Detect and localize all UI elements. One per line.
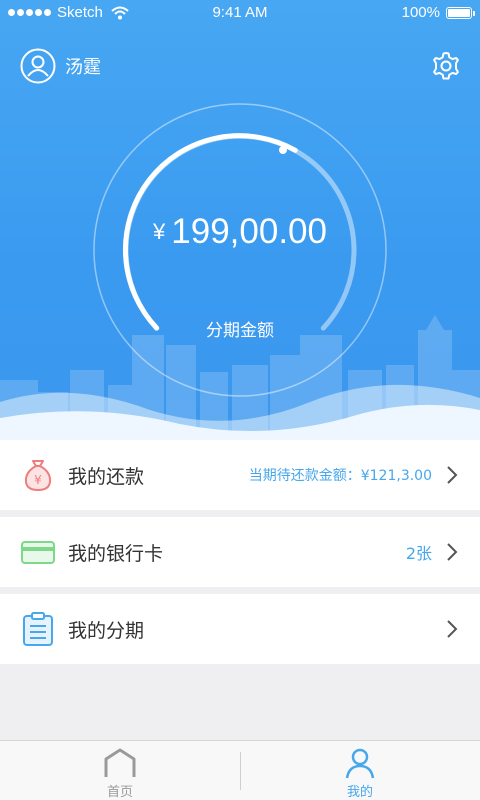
city-skyline-illustration	[0, 315, 480, 440]
chevron-right-icon	[447, 466, 458, 484]
battery-status: 100%	[401, 4, 475, 21]
my-repayment-row[interactable]: ¥ 我的还款 当期待还款金额：¥121,3.00	[0, 440, 480, 510]
current-repayment-amount: 当期待还款金额：¥121,3.00	[248, 468, 432, 484]
clipboard-list-icon	[23, 612, 53, 646]
user-icon	[345, 748, 375, 779]
user-name: 汤霆	[65, 57, 101, 78]
currency-symbol: ¥	[153, 219, 166, 244]
header-hero: Sketch 9:41 AM 100% 汤霆 ¥199,00.00 分期金额	[0, 0, 480, 440]
amount-value: 199,00.00	[171, 212, 327, 251]
avatar-icon	[20, 48, 56, 84]
gear-icon[interactable]	[430, 50, 462, 82]
user-profile[interactable]: 汤霆	[20, 48, 101, 84]
my-installments-row[interactable]: 我的分期	[0, 594, 480, 664]
gauge-indicator-dot	[279, 146, 287, 154]
my-bank-cards-row[interactable]: 我的银行卡 2张	[0, 517, 480, 587]
tab-mine[interactable]: 我的	[240, 741, 480, 800]
home-icon	[104, 748, 136, 777]
chevron-right-icon	[447, 543, 458, 561]
battery-percent: 100%	[401, 4, 440, 21]
status-bar: Sketch 9:41 AM 100%	[0, 0, 480, 26]
tab-home[interactable]: 首页	[0, 741, 240, 800]
my-installments-label: 我的分期	[68, 619, 145, 642]
chevron-right-icon	[447, 620, 458, 638]
tab-bar: 首页 我的	[0, 740, 480, 800]
bank-card-count: 2张	[405, 544, 432, 563]
svg-text:¥: ¥	[34, 473, 42, 487]
bank-card-icon	[21, 541, 55, 564]
tab-home-label: 首页	[106, 785, 133, 800]
tab-mine-label: 我的	[346, 785, 373, 800]
installment-amount: ¥199,00.00	[0, 212, 480, 252]
money-bag-icon: ¥	[24, 460, 52, 492]
my-bank-cards-label: 我的银行卡	[68, 542, 164, 565]
battery-icon	[446, 6, 475, 19]
my-repayment-label: 我的还款	[68, 465, 145, 488]
